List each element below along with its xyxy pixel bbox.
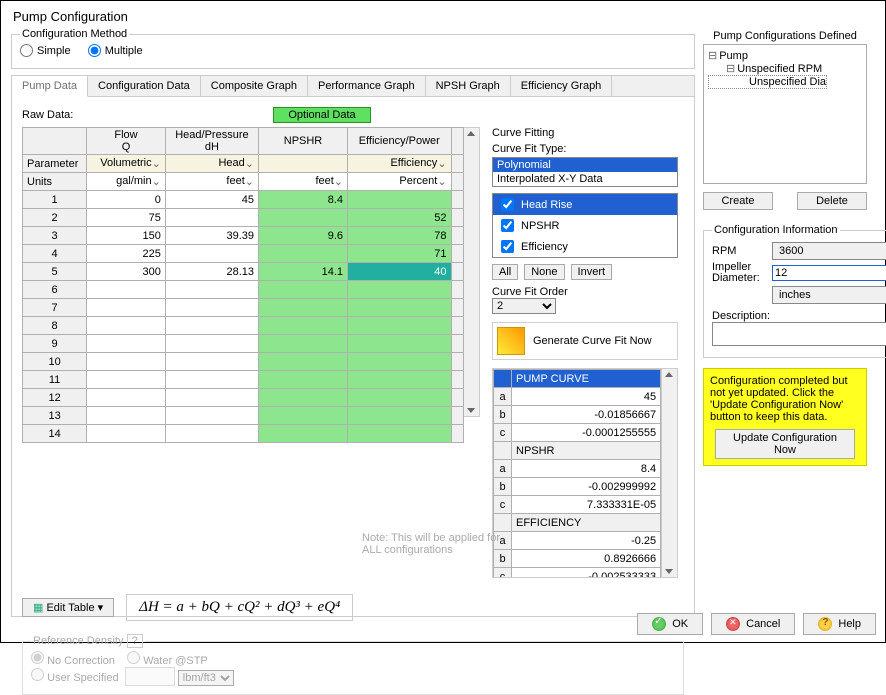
fit-type-polynomial[interactable]: Polynomial [493,158,677,172]
fit-type-interp[interactable]: Interpolated X-Y Data [493,172,677,186]
param-eff[interactable]: Efficiency⌄ [348,155,452,173]
window-title: Pump Configuration [1,1,885,28]
curve-check-list: Head Rise NPSHR Efficiency [492,193,678,258]
config-method-legend: Configuration Method [20,28,129,40]
table-row[interactable]: 5 30028.13 14.1 40 [23,263,464,281]
invert-button[interactable]: Invert [571,264,613,280]
tree-pump[interactable]: Pump [719,50,748,62]
config-method-group: Configuration Method Simple Multiple [11,28,695,69]
warning-panel: Configuration completed but not yet upda… [703,368,867,466]
curve-fit-type-label: Curve Fit Type: [492,143,678,155]
radio-user-specified: User Specified [31,672,119,684]
tab-configuration-data[interactable]: Configuration Data [88,76,201,96]
curve-fit-order-label: Curve Fit Order [492,286,678,298]
table-row[interactable]: 8 [23,317,464,335]
col-eff: Efficiency/Power [348,128,452,155]
footer-buttons: OK Cancel Help [637,613,876,635]
units-head[interactable]: feet⌄ [165,173,258,191]
delete-button[interactable]: Delete [797,192,867,210]
coefficients-table: PUMP CURVEa45b-0.01856667c-0.0001255555N… [493,369,661,578]
tab-efficiency-graph[interactable]: Efficiency Graph [511,76,613,96]
impeller-unit-select[interactable]: inches [772,286,886,304]
pump-configs-defined-label: Pump Configurations Defined [703,30,867,42]
density-unit-select: lbm/ft3 [178,670,234,686]
rpm-select[interactable]: 3600 [772,242,886,260]
raw-data-grid[interactable]: FlowQ Head/PressuredH NPSHR Efficiency/P… [22,127,464,443]
table-row[interactable]: 4 225 71 [23,245,464,263]
tree-dia[interactable]: Unspecified Dia [749,76,826,88]
check-head-rise[interactable]: Head Rise [493,194,677,215]
col-head: Head/PressuredH [165,128,258,155]
description-label: Description: [712,310,886,322]
param-head[interactable]: Head⌄ [165,155,258,173]
edit-table-button[interactable]: ▦ Edit Table ▾ [22,598,114,617]
table-row[interactable]: 1 045 8.4 [23,191,464,209]
table-row[interactable]: 6 [23,281,464,299]
coef-scrollbar[interactable] [661,369,677,577]
table-row[interactable]: 10 [23,353,464,371]
col-npshr: NPSHR [259,128,348,155]
chart-icon [497,327,525,355]
formula-display: ΔH = a + bQ + cQ² + dQ³ + eQ⁴ [126,594,353,621]
help-icon[interactable]: ? [127,634,143,648]
config-tree[interactable]: ⊟Pump ⊟Unspecified RPM Unspecified Dia [703,44,867,184]
curve-fit-order-select[interactable]: 2 [492,298,556,314]
none-button[interactable]: None [524,264,564,280]
optional-data-button[interactable]: Optional Data [273,107,370,123]
grid-scrollbar[interactable] [464,127,480,417]
tab-strip: Pump Data Configuration Data Composite G… [11,75,695,97]
table-row[interactable]: 14 [23,425,464,443]
question-icon [818,617,832,631]
check-icon [652,617,666,631]
update-configuration-now-button[interactable]: Update Configuration Now [715,429,855,459]
tree-expand-icon[interactable]: ⊟ [726,63,735,75]
tab-performance-graph[interactable]: Performance Graph [308,76,426,96]
units-npshr[interactable]: feet⌄ [259,173,348,191]
description-input[interactable] [712,322,886,346]
create-button[interactable]: Create [703,192,773,210]
table-row[interactable]: 9 [23,335,464,353]
radio-multiple[interactable]: Multiple [88,44,143,57]
tree-rpm[interactable]: Unspecified RPM [737,63,822,75]
tab-npsh-graph[interactable]: NPSH Graph [426,76,511,96]
curve-fit-type-list[interactable]: Polynomial Interpolated X-Y Data [492,157,678,187]
tree-expand-icon[interactable]: ⊟ [708,50,717,62]
table-row[interactable]: 11 [23,371,464,389]
ok-button[interactable]: OK [637,613,703,635]
col-flow: FlowQ [87,128,166,155]
all-button[interactable]: All [492,264,518,280]
generate-curve-fit-button[interactable]: Generate Curve Fit Now [533,335,652,347]
help-button[interactable]: Help [803,613,876,635]
table-row[interactable]: 3 15039.39 9.6 78 [23,227,464,245]
radio-simple[interactable]: Simple [20,44,71,57]
table-row[interactable]: 12 [23,389,464,407]
tab-composite-graph[interactable]: Composite Graph [201,76,308,96]
impeller-input[interactable] [772,265,886,281]
units-eff[interactable]: Percent⌄ [348,173,452,191]
config-info-group: Configuration Information RPM3600 Impell… [703,224,886,358]
units-flow[interactable]: gal/min⌄ [87,173,166,191]
check-npshr[interactable]: NPSHR [493,215,677,236]
table-row[interactable]: 2 75 52 [23,209,464,227]
param-flow[interactable]: Volumetric⌄ [87,155,166,173]
radio-no-correction: No Correction [31,655,115,667]
note-text: Note: This will be applied for ALL confi… [362,532,512,556]
reference-density-group: Reference Density ? No Correction Water … [22,635,684,695]
raw-data-label: Raw Data: [22,109,73,121]
table-row[interactable]: 7 [23,299,464,317]
curve-fitting-title: Curve Fitting [492,127,678,139]
table-row[interactable]: 13 [23,407,464,425]
radio-water-stp: Water @STP [127,655,208,667]
tab-pump-data[interactable]: Pump Data [12,76,88,97]
cancel-button[interactable]: Cancel [711,613,795,635]
density-value-input [125,667,175,686]
check-efficiency[interactable]: Efficiency [493,236,677,257]
x-icon [726,617,740,631]
